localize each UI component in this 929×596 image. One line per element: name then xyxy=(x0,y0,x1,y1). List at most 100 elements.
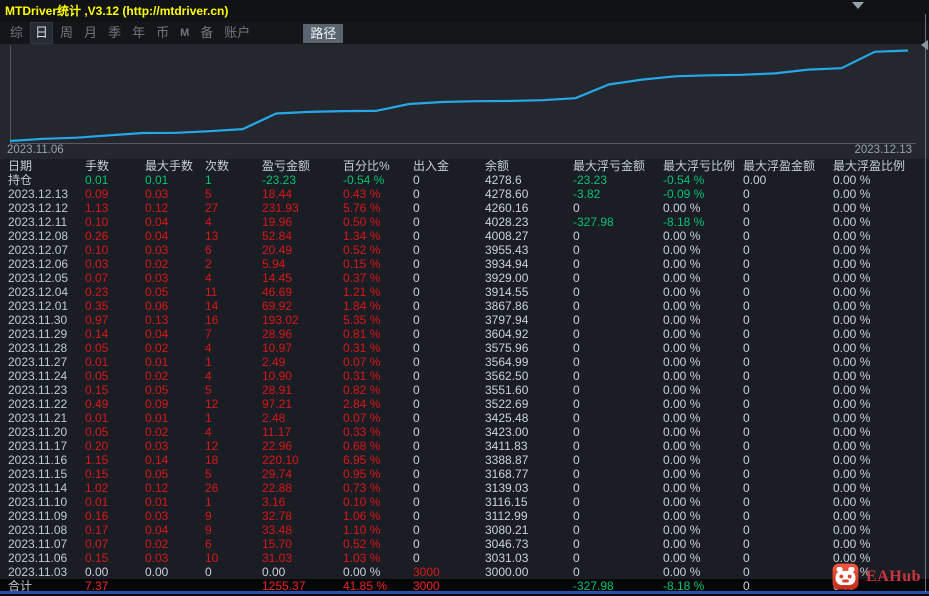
table-cell: -327.98 xyxy=(573,215,663,229)
table-cell: 0 xyxy=(573,341,663,355)
table-cell: 0 xyxy=(413,551,485,565)
table-cell: 0.00 % xyxy=(663,481,743,495)
scroll-up-arrow-icon[interactable] xyxy=(852,2,864,9)
table-cell: 0 xyxy=(743,313,833,327)
table-cell: 0.00 % xyxy=(663,523,743,537)
table-cell: 0.01 xyxy=(145,495,205,509)
eahub-logo: EAHub xyxy=(832,563,921,590)
table-row: 2023.11.170.200.031222.960.68 %03411.830… xyxy=(0,439,929,453)
table-row: 2023.12.040.230.051146.691.21 %03914.550… xyxy=(0,285,929,299)
menu-item-币[interactable]: 币 xyxy=(156,24,169,42)
table-cell: 4278.60 xyxy=(485,187,573,201)
table-cell: 0.05 xyxy=(145,383,205,397)
menu-item-M[interactable]: M xyxy=(180,24,189,42)
table-cell: 0.00 % xyxy=(833,341,929,355)
table-cell: 0 xyxy=(573,271,663,285)
table-cell: 0.00 % xyxy=(663,285,743,299)
table-cell: 3562.50 xyxy=(485,369,573,383)
table-cell: 2023.11.10 xyxy=(8,495,85,509)
menu-item-月[interactable]: 月 xyxy=(84,24,97,42)
table-cell: 0.05 xyxy=(85,341,145,355)
menu-item-备[interactable]: 备 xyxy=(200,24,213,42)
table-cell: -0.54 % xyxy=(663,173,743,187)
table-cell: 26 xyxy=(205,481,262,495)
table-cell: 0.00 % xyxy=(663,551,743,565)
right-scrollbar[interactable] xyxy=(925,14,926,592)
table-cell: 2023.11.03 xyxy=(8,565,85,579)
table-cell: 0 xyxy=(743,215,833,229)
table-cell: 1.06 % xyxy=(343,509,413,523)
menu-item-综[interactable]: 综 xyxy=(10,24,23,42)
table-cell: 0 xyxy=(573,299,663,313)
table-row: 2023.11.270.010.0112.490.07 %03564.9900.… xyxy=(0,355,929,369)
table-cell: 0 xyxy=(413,313,485,327)
table-cell: 0.02 xyxy=(145,257,205,271)
table-cell: 0.14 xyxy=(85,327,145,341)
chart-end-date-label: 2023.12.13 xyxy=(854,144,912,156)
table-cell: 69.92 xyxy=(262,299,343,313)
table-cell: 0.00 % xyxy=(663,425,743,439)
table-cell: 0.05 xyxy=(145,285,205,299)
table-cell: 0.00 % xyxy=(663,509,743,523)
menu-item-账户[interactable]: 账户 xyxy=(224,24,250,42)
table-row: 2023.11.230.150.05528.910.82 %03551.6000… xyxy=(0,383,929,397)
table-cell: 2 xyxy=(205,257,262,271)
table-cell: 1.03 % xyxy=(343,551,413,565)
eahub-logo-text: EAHub xyxy=(866,568,921,586)
table-cell: 0.13 xyxy=(145,313,205,327)
table-cell: 11.17 xyxy=(262,425,343,439)
menu-item-周[interactable]: 周 xyxy=(60,24,73,42)
table-cell: 3046.73 xyxy=(485,537,573,551)
table-cell: 0.00 % xyxy=(663,369,743,383)
table-cell: 0 xyxy=(743,453,833,467)
table-cell: 0 xyxy=(573,537,663,551)
table-cell: 5 xyxy=(205,187,262,201)
table-cell: 3.16 xyxy=(262,495,343,509)
table-cell: 0.31 % xyxy=(343,369,413,383)
table-cell: 0 xyxy=(573,369,663,383)
table-cell: 0 xyxy=(743,495,833,509)
table-cell: 0.03 xyxy=(145,187,205,201)
column-header: 手数 xyxy=(85,159,145,173)
menu-item-季[interactable]: 季 xyxy=(108,24,121,42)
table-cell: 1.02 xyxy=(85,481,145,495)
daily-stats-table: 日期手数最大手数次数盈亏金额百分比%出入金余额最大浮亏金额最大浮亏比例最大浮盈金… xyxy=(0,159,929,593)
table-cell: 0.05 xyxy=(85,425,145,439)
table-cell: 0 xyxy=(743,467,833,481)
table-cell: 0.00 % xyxy=(663,327,743,341)
table-cell: 0.33 % xyxy=(343,425,413,439)
column-header: 最大浮盈金额 xyxy=(743,159,833,173)
table-cell: 0 xyxy=(743,257,833,271)
table-cell: 0 xyxy=(413,271,485,285)
table-cell: 3564.99 xyxy=(485,355,573,369)
table-cell: 0.43 % xyxy=(343,187,413,201)
table-cell: 0.05 xyxy=(85,369,145,383)
table-cell: 14 xyxy=(205,299,262,313)
table-cell: 0.00 % xyxy=(833,523,929,537)
table-cell: 0 xyxy=(413,523,485,537)
table-cell: 1.15 xyxy=(85,453,145,467)
table-cell: 0.00 % xyxy=(833,467,929,481)
table-cell: 0.09 xyxy=(85,187,145,201)
table-cell: 7 xyxy=(205,327,262,341)
table-row: 2023.12.050.070.03414.450.37 %03929.0000… xyxy=(0,271,929,285)
table-cell: 2023.12.08 xyxy=(8,229,85,243)
menu-item-年[interactable]: 年 xyxy=(132,24,145,42)
table-cell: 0.00 % xyxy=(833,397,929,411)
table-row: 2023.12.121.130.1227231.935.76 %04260.16… xyxy=(0,201,929,215)
table-cell: 220.10 xyxy=(262,453,343,467)
table-cell: 0.10 % xyxy=(343,495,413,509)
menu-item-日[interactable]: 日 xyxy=(30,22,53,44)
table-cell: 0 xyxy=(573,383,663,397)
table-cell: -0.09 % xyxy=(663,187,743,201)
table-cell: 3411.83 xyxy=(485,439,573,453)
table-cell: 持仓 xyxy=(8,173,85,187)
table-cell: 0.03 xyxy=(85,257,145,271)
table-cell: 12 xyxy=(205,397,262,411)
table-row: 持仓0.010.011-23.23-0.54 %04278.6-23.23-0.… xyxy=(0,173,929,187)
table-cell: 0 xyxy=(413,257,485,271)
path-button[interactable]: 路径 xyxy=(303,24,343,43)
table-cell: 2023.11.27 xyxy=(8,355,85,369)
table-cell: 0 xyxy=(413,509,485,523)
table-cell: 0.00 % xyxy=(663,397,743,411)
